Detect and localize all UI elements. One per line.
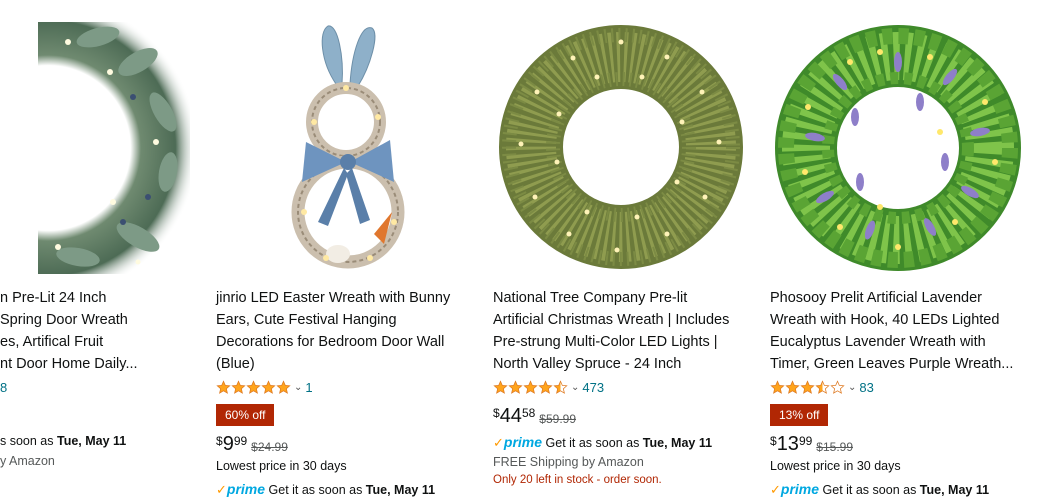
rating[interactable]: ⌄ 473 xyxy=(493,379,604,395)
rating-count[interactable]: 83 xyxy=(859,380,873,395)
rating[interactable]: ⌄ 1 xyxy=(216,379,313,395)
product-card-4[interactable]: Phosooy Prelit Artificial Lavender Wreat… xyxy=(770,0,1040,501)
prime-logo: prime xyxy=(226,481,266,497)
product-image[interactable] xyxy=(266,22,426,274)
prime-check-icon: ✓ xyxy=(493,435,504,450)
star-rating xyxy=(216,379,291,395)
prime-logo: prime xyxy=(780,481,820,497)
product-card-3[interactable]: National Tree Company Pre-lit Artificial… xyxy=(493,0,755,501)
star-icon xyxy=(508,379,523,394)
rating-count[interactable]: 1 xyxy=(305,380,312,395)
rating[interactable]: ⌄ 83 xyxy=(770,379,874,395)
chevron-down-icon[interactable]: ⌄ xyxy=(294,382,302,393)
product-card-2[interactable]: jinrio LED Easter Wreath with Bunny Ears… xyxy=(216,0,478,501)
star-icon xyxy=(261,379,276,394)
was-price: $59.99 xyxy=(539,412,576,426)
product-title[interactable]: n Pre-Lit 24 Inch Spring Door Wreath es,… xyxy=(0,287,138,375)
star-icon xyxy=(523,379,538,394)
delivery-info: ✓prime Get it as soon as Tue, May 11 xyxy=(493,434,713,450)
rating[interactable]: 8 xyxy=(0,379,7,395)
product-card-1[interactable]: n Pre-Lit 24 Inch Spring Door Wreath es,… xyxy=(0,0,200,501)
star-icon xyxy=(493,379,508,394)
chevron-down-icon[interactable]: ⌄ xyxy=(848,382,856,393)
product-title[interactable]: jinrio LED Easter Wreath with Bunny Ears… xyxy=(216,287,450,375)
stock-warning: Only 20 left in stock - order soon. xyxy=(493,474,662,486)
product-title[interactable]: Phosooy Prelit Artificial Lavender Wreat… xyxy=(770,287,1013,375)
star-icon xyxy=(815,379,830,394)
prime-logo: prime xyxy=(503,434,543,450)
shipping-info: FREE Shipping by Amazon xyxy=(493,455,644,469)
was-price: $15.99 xyxy=(816,440,853,454)
star-icon xyxy=(770,379,785,394)
price[interactable]: $ 44 58 $59.99 xyxy=(493,406,576,426)
prime-check-icon: ✓ xyxy=(216,482,227,497)
price[interactable]: $ 13 99 $15.99 xyxy=(770,434,853,454)
product-image[interactable] xyxy=(497,22,745,272)
product-image[interactable] xyxy=(38,22,190,274)
star-icon xyxy=(246,379,261,394)
rating-count[interactable]: 8 xyxy=(0,380,7,395)
price-note: Lowest price in 30 days xyxy=(770,459,901,473)
star-icon xyxy=(231,379,246,394)
star-icon xyxy=(830,379,845,394)
delivery-info: s soon as Tue, May 11 xyxy=(0,434,127,448)
chevron-down-icon[interactable]: ⌄ xyxy=(571,382,579,393)
product-image[interactable] xyxy=(770,22,1026,274)
star-icon xyxy=(785,379,800,394)
price[interactable]: $ 9 99 $24.99 xyxy=(216,434,288,454)
rating-count[interactable]: 473 xyxy=(582,380,604,395)
price-note: Lowest price in 30 days xyxy=(216,459,347,473)
star-icon xyxy=(216,379,231,394)
product-title[interactable]: National Tree Company Pre-lit Artificial… xyxy=(493,287,729,375)
star-rating xyxy=(493,379,568,395)
discount-badge: 13% off xyxy=(770,404,829,426)
shipping-info: y Amazon xyxy=(0,454,55,468)
was-price: $24.99 xyxy=(251,440,288,454)
star-rating xyxy=(770,379,845,395)
star-icon xyxy=(800,379,815,394)
star-icon xyxy=(538,379,553,394)
star-icon xyxy=(553,379,568,394)
delivery-info: ✓prime Get it as soon as Tue, May 11 xyxy=(770,481,990,497)
prime-check-icon: ✓ xyxy=(770,482,781,497)
discount-badge: 60% off xyxy=(216,404,275,426)
star-icon xyxy=(276,379,291,394)
delivery-info: ✓prime Get it as soon as Tue, May 11 xyxy=(216,481,436,497)
